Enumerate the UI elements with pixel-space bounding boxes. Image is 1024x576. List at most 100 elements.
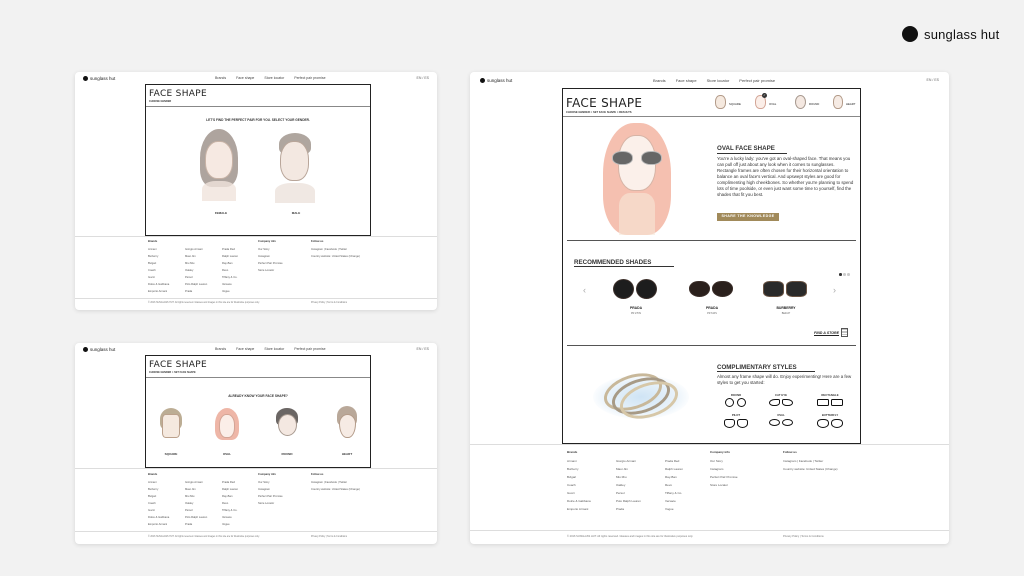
footer-link[interactable]: Store Locator xyxy=(710,483,738,487)
nav-face-shape[interactable]: Face shape xyxy=(236,76,254,80)
nav-perfect-pair[interactable]: Perfect pair promise xyxy=(294,76,325,80)
footer-link[interactable]: Coach xyxy=(567,483,591,487)
footer-link[interactable]: Ray-Ban xyxy=(222,495,238,498)
footer-link[interactable]: Prada Red xyxy=(222,481,238,484)
product-card[interactable]: PRADA PR 61FS xyxy=(687,279,737,319)
footer-link[interactable]: Polo Ralph Lauren xyxy=(616,499,641,503)
nav-perfect-pair[interactable]: Perfect pair promise xyxy=(294,347,325,351)
nav-face-shape[interactable]: Face shape xyxy=(676,78,697,83)
male-option[interactable]: MALE xyxy=(271,129,321,219)
site-logo[interactable]: sunglass hut xyxy=(83,75,115,81)
footer-link[interactable]: Bvlgari xyxy=(567,475,591,479)
footer-link[interactable]: Gucci xyxy=(567,491,591,495)
footer-link[interactable]: Giorgio Armani xyxy=(616,459,641,463)
footer-link[interactable]: Ray-Ban xyxy=(665,475,683,479)
carousel-next-icon[interactable]: › xyxy=(833,285,836,295)
style-butterfly[interactable]: BUTTERFLY xyxy=(815,413,845,429)
nav-brands[interactable]: Brands xyxy=(653,78,666,83)
find-store-link[interactable]: FIND A STORE xyxy=(814,328,849,337)
shape-option-round[interactable]: ROUND xyxy=(272,408,302,464)
country-selector[interactable]: Country website: United States (Change) xyxy=(783,467,838,471)
nav-face-shape[interactable]: Face shape xyxy=(236,347,254,351)
site-logo[interactable]: sunglass hut xyxy=(83,346,115,352)
language-switch[interactable]: EN / ES xyxy=(417,76,429,80)
shape-option-square[interactable]: SQUARE xyxy=(156,408,186,464)
footer-link[interactable]: Ralph Lauren xyxy=(222,488,238,491)
social-links[interactable]: Instagram | Facebook | Twitter xyxy=(311,481,360,484)
footer-link[interactable]: Armani xyxy=(148,248,169,251)
footer-link[interactable]: Prada Red xyxy=(665,459,683,463)
footer-link[interactable]: Versace xyxy=(222,516,238,519)
carousel-dot[interactable] xyxy=(843,273,846,276)
footer-link[interactable]: Vogue xyxy=(222,290,238,293)
footer-link[interactable]: Dolce & Gabbana xyxy=(148,516,169,519)
product-card[interactable]: BURBERRY BE4167 xyxy=(761,279,811,319)
footer-link[interactable]: Our Story xyxy=(258,481,283,484)
carousel-prev-icon[interactable]: ‹ xyxy=(583,285,586,295)
footer-link[interactable]: Giorgio Armani xyxy=(185,481,207,484)
footer-link[interactable]: Store Locator xyxy=(258,502,283,505)
country-selector[interactable]: Country website: United States (Change) xyxy=(311,255,360,258)
social-links[interactable]: Instagram | Facebook | Twitter xyxy=(311,248,360,251)
footer-link[interactable]: Ray-Ban xyxy=(222,262,238,265)
footer-link[interactable]: Our Story xyxy=(258,248,283,251)
footer-link[interactable]: Burberry xyxy=(567,467,591,471)
share-button[interactable]: SHARE THE KNOWLEDGE xyxy=(717,213,779,221)
footer-link[interactable]: Coach xyxy=(148,502,169,505)
nav-store-locator[interactable]: Store locator xyxy=(264,347,284,351)
footer-link[interactable]: Miu Miu xyxy=(185,495,207,498)
shape-option-heart[interactable]: HEART xyxy=(332,406,362,464)
carousel-dot[interactable] xyxy=(847,273,850,276)
footer-link[interactable]: Instagram xyxy=(258,488,283,491)
footer-link[interactable]: Perfect Pair Promise xyxy=(258,495,283,498)
footer-link[interactable]: Giorgio Armani xyxy=(185,248,207,251)
thumb-oval[interactable]: ✓ OVAL xyxy=(755,93,785,113)
footer-link[interactable]: Oakley xyxy=(185,269,207,272)
footer-link[interactable]: Gucci xyxy=(148,509,169,512)
policy-links[interactable]: Privacy Policy | Terms & Conditions xyxy=(311,302,347,304)
footer-link[interactable]: Prada xyxy=(616,507,641,511)
footer-link[interactable]: Prada Red xyxy=(222,248,238,251)
style-pilot[interactable]: PILOT xyxy=(723,413,749,429)
footer-link[interactable]: Vogue xyxy=(222,523,238,526)
style-round[interactable]: ROUND xyxy=(723,393,749,409)
carousel-dots[interactable] xyxy=(839,273,850,276)
footer-link[interactable]: Coach xyxy=(148,269,169,272)
style-rectangle[interactable]: RECTANGLE xyxy=(815,393,845,409)
footer-link[interactable]: Ralph Lauren xyxy=(222,255,238,258)
footer-link[interactable]: Tiffany & Co. xyxy=(665,491,683,495)
footer-link[interactable]: Burberry xyxy=(148,488,169,491)
footer-link[interactable]: Maui Jim xyxy=(616,467,641,471)
thumb-square[interactable]: SQUARE xyxy=(715,95,745,113)
footer-link[interactable]: Gucci xyxy=(148,276,169,279)
footer-link[interactable]: Oakley xyxy=(616,483,641,487)
footer-link[interactable]: Bvlgari xyxy=(148,262,169,265)
footer-link[interactable]: Polo Ralph Lauren xyxy=(185,283,207,286)
shape-option-oval[interactable]: OVAL xyxy=(212,408,242,464)
site-logo[interactable]: sunglass hut xyxy=(480,77,512,83)
nav-brands[interactable]: Brands xyxy=(215,76,226,80)
footer-link[interactable]: Miu Miu xyxy=(616,475,641,479)
style-cat-eye[interactable]: CAT EYE xyxy=(768,393,794,409)
footer-link[interactable]: Maui Jim xyxy=(185,488,207,491)
footer-link[interactable]: Store Locator xyxy=(258,269,283,272)
footer-link[interactable]: Emporio Armani xyxy=(148,290,169,293)
footer-link[interactable]: Bvlgari xyxy=(148,495,169,498)
footer-link[interactable]: Armani xyxy=(148,481,169,484)
footer-link[interactable]: Tiffany & Co. xyxy=(222,276,238,279)
carousel-dot-active[interactable] xyxy=(839,273,842,276)
footer-link[interactable]: Vogue xyxy=(665,507,683,511)
footer-link[interactable]: Miu Miu xyxy=(185,262,207,265)
social-links[interactable]: Instagram | Facebook | Twitter xyxy=(783,459,838,463)
footer-link[interactable]: Perfect Pair Promise xyxy=(258,262,283,265)
footer-link[interactable]: Instagram xyxy=(710,467,738,471)
footer-link[interactable]: Persol xyxy=(616,491,641,495)
style-oval[interactable]: OVAL xyxy=(768,413,794,429)
nav-store-locator[interactable]: Store locator xyxy=(264,76,284,80)
product-card[interactable]: PRADA PR 27NS xyxy=(611,279,661,319)
female-option[interactable]: FEMALE xyxy=(196,129,246,219)
footer-link[interactable]: Armani xyxy=(567,459,591,463)
thumb-round[interactable]: ROUND xyxy=(795,95,825,113)
footer-link[interactable]: Dolce & Gabbana xyxy=(567,499,591,503)
footer-link[interactable]: Revo xyxy=(222,502,238,505)
